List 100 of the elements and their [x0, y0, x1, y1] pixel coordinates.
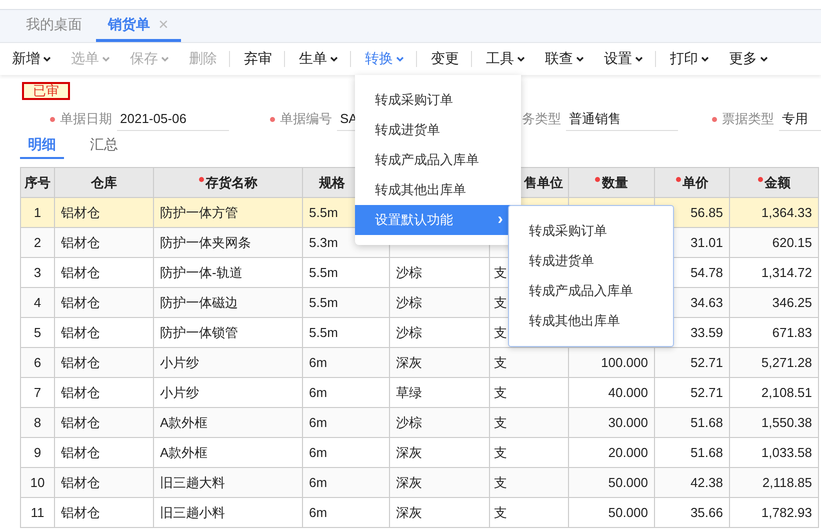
table-cell: 1,364.33 — [761, 205, 812, 220]
table-row[interactable]: 7 铝材仓 小片纱 6m 草绿 支 40.000 52.71 2,108.51 — [21, 378, 819, 408]
table-cell: 铝材仓 — [61, 235, 100, 250]
table-row[interactable]: 10 铝材仓 旧三趟大料 6m 深灰 支 50.000 42.38 2,118.85 — [21, 468, 819, 498]
table-cell: 铝材仓 — [61, 295, 100, 310]
table-cell: 旧三趟小料 — [160, 505, 225, 520]
table-cell: 支 — [494, 355, 507, 370]
table-cell: 42.38 — [690, 475, 723, 490]
table-cell: 10 — [30, 475, 45, 490]
column-header: 单价 — [676, 174, 708, 192]
table-cell: 沙棕 — [396, 265, 422, 280]
table-cell: 6 — [34, 355, 42, 370]
tab[interactable]: 明细 — [20, 133, 64, 159]
table-cell: 铝材仓 — [61, 265, 100, 280]
table-cell: 4 — [34, 295, 42, 310]
menu-item[interactable]: 转成进货单 — [355, 115, 521, 145]
table-cell: 铝材仓 — [61, 415, 100, 430]
table-cell: 防护一体锁管 — [160, 325, 238, 340]
menu-item[interactable]: 转成采购订单 — [355, 85, 521, 115]
table-cell: 1,314.72 — [761, 265, 812, 280]
table-cell: 11 — [30, 505, 44, 520]
table-cell: 支 — [494, 445, 507, 460]
table-cell: 深灰 — [396, 475, 422, 490]
menu-item[interactable]: 转成产成品入库单 — [355, 145, 521, 175]
table-cell: 50.000 — [608, 475, 648, 490]
toolbar-button[interactable]: 设置 — [598, 46, 649, 72]
caret-icon — [161, 56, 169, 62]
table-cell: 6m — [309, 415, 328, 430]
table-row[interactable]: 6 铝材仓 小片纱 6m 深灰 支 100.000 52.71 5,271.28 — [21, 348, 819, 378]
table-cell: 31.01 — [690, 235, 723, 250]
table-row[interactable]: 9 铝材仓 A款外框 6m 深灰 支 20.000 51.68 1,033.58 — [21, 438, 819, 468]
table-cell: 3 — [34, 265, 42, 280]
table-cell: 防护一体-轨道 — [160, 265, 242, 280]
toolbar-button[interactable]: 生单 — [293, 46, 344, 72]
table-cell: 7 — [34, 385, 42, 400]
input-field[interactable]: 普通销售 — [566, 107, 678, 131]
table-cell: 35.66 — [690, 505, 723, 520]
table-cell: 沙棕 — [396, 325, 422, 340]
caret-icon — [43, 56, 51, 62]
table-cell: 100.000 — [601, 355, 648, 370]
table-cell: 346.25 — [772, 295, 812, 310]
toolbar-button[interactable]: 转换 — [359, 46, 410, 72]
caret-icon — [576, 56, 584, 62]
table-cell: 支 — [494, 265, 507, 280]
table-cell: 671.83 — [772, 325, 812, 340]
toolbar-button[interactable]: 工具 — [480, 46, 531, 72]
toolbar-button[interactable]: 更多 — [723, 46, 774, 72]
table-cell: 防护一体方管 — [160, 205, 238, 220]
table-cell: 8 — [34, 415, 42, 430]
table-cell: 51.68 — [690, 445, 723, 460]
table-cell: 34.63 — [690, 295, 723, 310]
table-cell: 1,550.38 — [761, 415, 812, 430]
tab[interactable]: 汇总 — [82, 133, 126, 159]
table-cell: 支 — [494, 505, 507, 520]
table-cell: A款外框 — [160, 445, 208, 460]
toolbar-button[interactable]: 打印 — [664, 46, 715, 72]
table-cell: 深灰 — [396, 445, 422, 460]
toolbar-button[interactable]: 新增 — [6, 46, 57, 72]
table-cell: 52.71 — [690, 355, 723, 370]
field-label: 单据日期 — [60, 110, 112, 128]
table-cell: 铝材仓 — [61, 385, 100, 400]
table-cell: 铝材仓 — [61, 325, 100, 340]
table-cell: 草绿 — [396, 385, 422, 400]
caret-icon — [396, 56, 404, 62]
field-label: 务类型 — [522, 110, 561, 128]
table-cell: 6m — [309, 385, 328, 400]
table-cell: 40.000 — [608, 385, 648, 400]
table-cell: 54.78 — [690, 265, 723, 280]
table-cell: 2 — [34, 235, 42, 250]
table-cell: 5,271.28 — [761, 355, 812, 370]
table-cell: 支 — [494, 415, 507, 430]
column-header: 数量 — [595, 174, 628, 192]
input-field[interactable]: 专用 — [779, 107, 821, 131]
toolbar-button[interactable]: 变更 — [425, 46, 465, 72]
table-cell: 深灰 — [396, 505, 422, 520]
table-cell: 5.5m — [309, 325, 338, 340]
table-cell: 铝材仓 — [61, 355, 100, 370]
table-cell: 51.68 — [690, 415, 723, 430]
column-header: 仓库 — [91, 174, 117, 192]
toolbar-button[interactable]: 联查 — [539, 46, 590, 72]
column-header: 规格 — [319, 174, 345, 192]
table-cell: 铝材仓 — [61, 505, 100, 520]
table-cell: 5.5m — [309, 205, 338, 220]
field-label: 单据编号 — [280, 110, 332, 128]
table-cell: 2,108.51 — [761, 385, 812, 400]
table-cell: 5.3m — [309, 235, 338, 250]
table-row[interactable]: 8 铝材仓 A款外框 6m 沙棕 支 30.000 51.68 1,550.38 — [21, 408, 819, 438]
table-cell: 1,033.58 — [761, 445, 812, 460]
table-cell: 6m — [309, 475, 328, 490]
table-cell: 6m — [309, 505, 328, 520]
input-field[interactable]: 2021-05-06 — [117, 107, 229, 131]
table-cell: 9 — [34, 445, 42, 460]
toolbar-button[interactable]: 弃审 — [238, 46, 278, 72]
table-cell: 旧三趟大料 — [160, 475, 225, 490]
table-cell: 小片纱 — [160, 355, 199, 370]
tab[interactable]: 销货单 ✕ — [96, 10, 181, 42]
table-cell: 铝材仓 — [61, 445, 100, 460]
table-cell: 铝材仓 — [61, 475, 100, 490]
menu-item[interactable]: 转成其他出库单 — [355, 175, 521, 205]
table-row[interactable]: 11 铝材仓 旧三趟小料 6m 深灰 支 50.000 35.66 1,782.93 — [21, 498, 819, 528]
